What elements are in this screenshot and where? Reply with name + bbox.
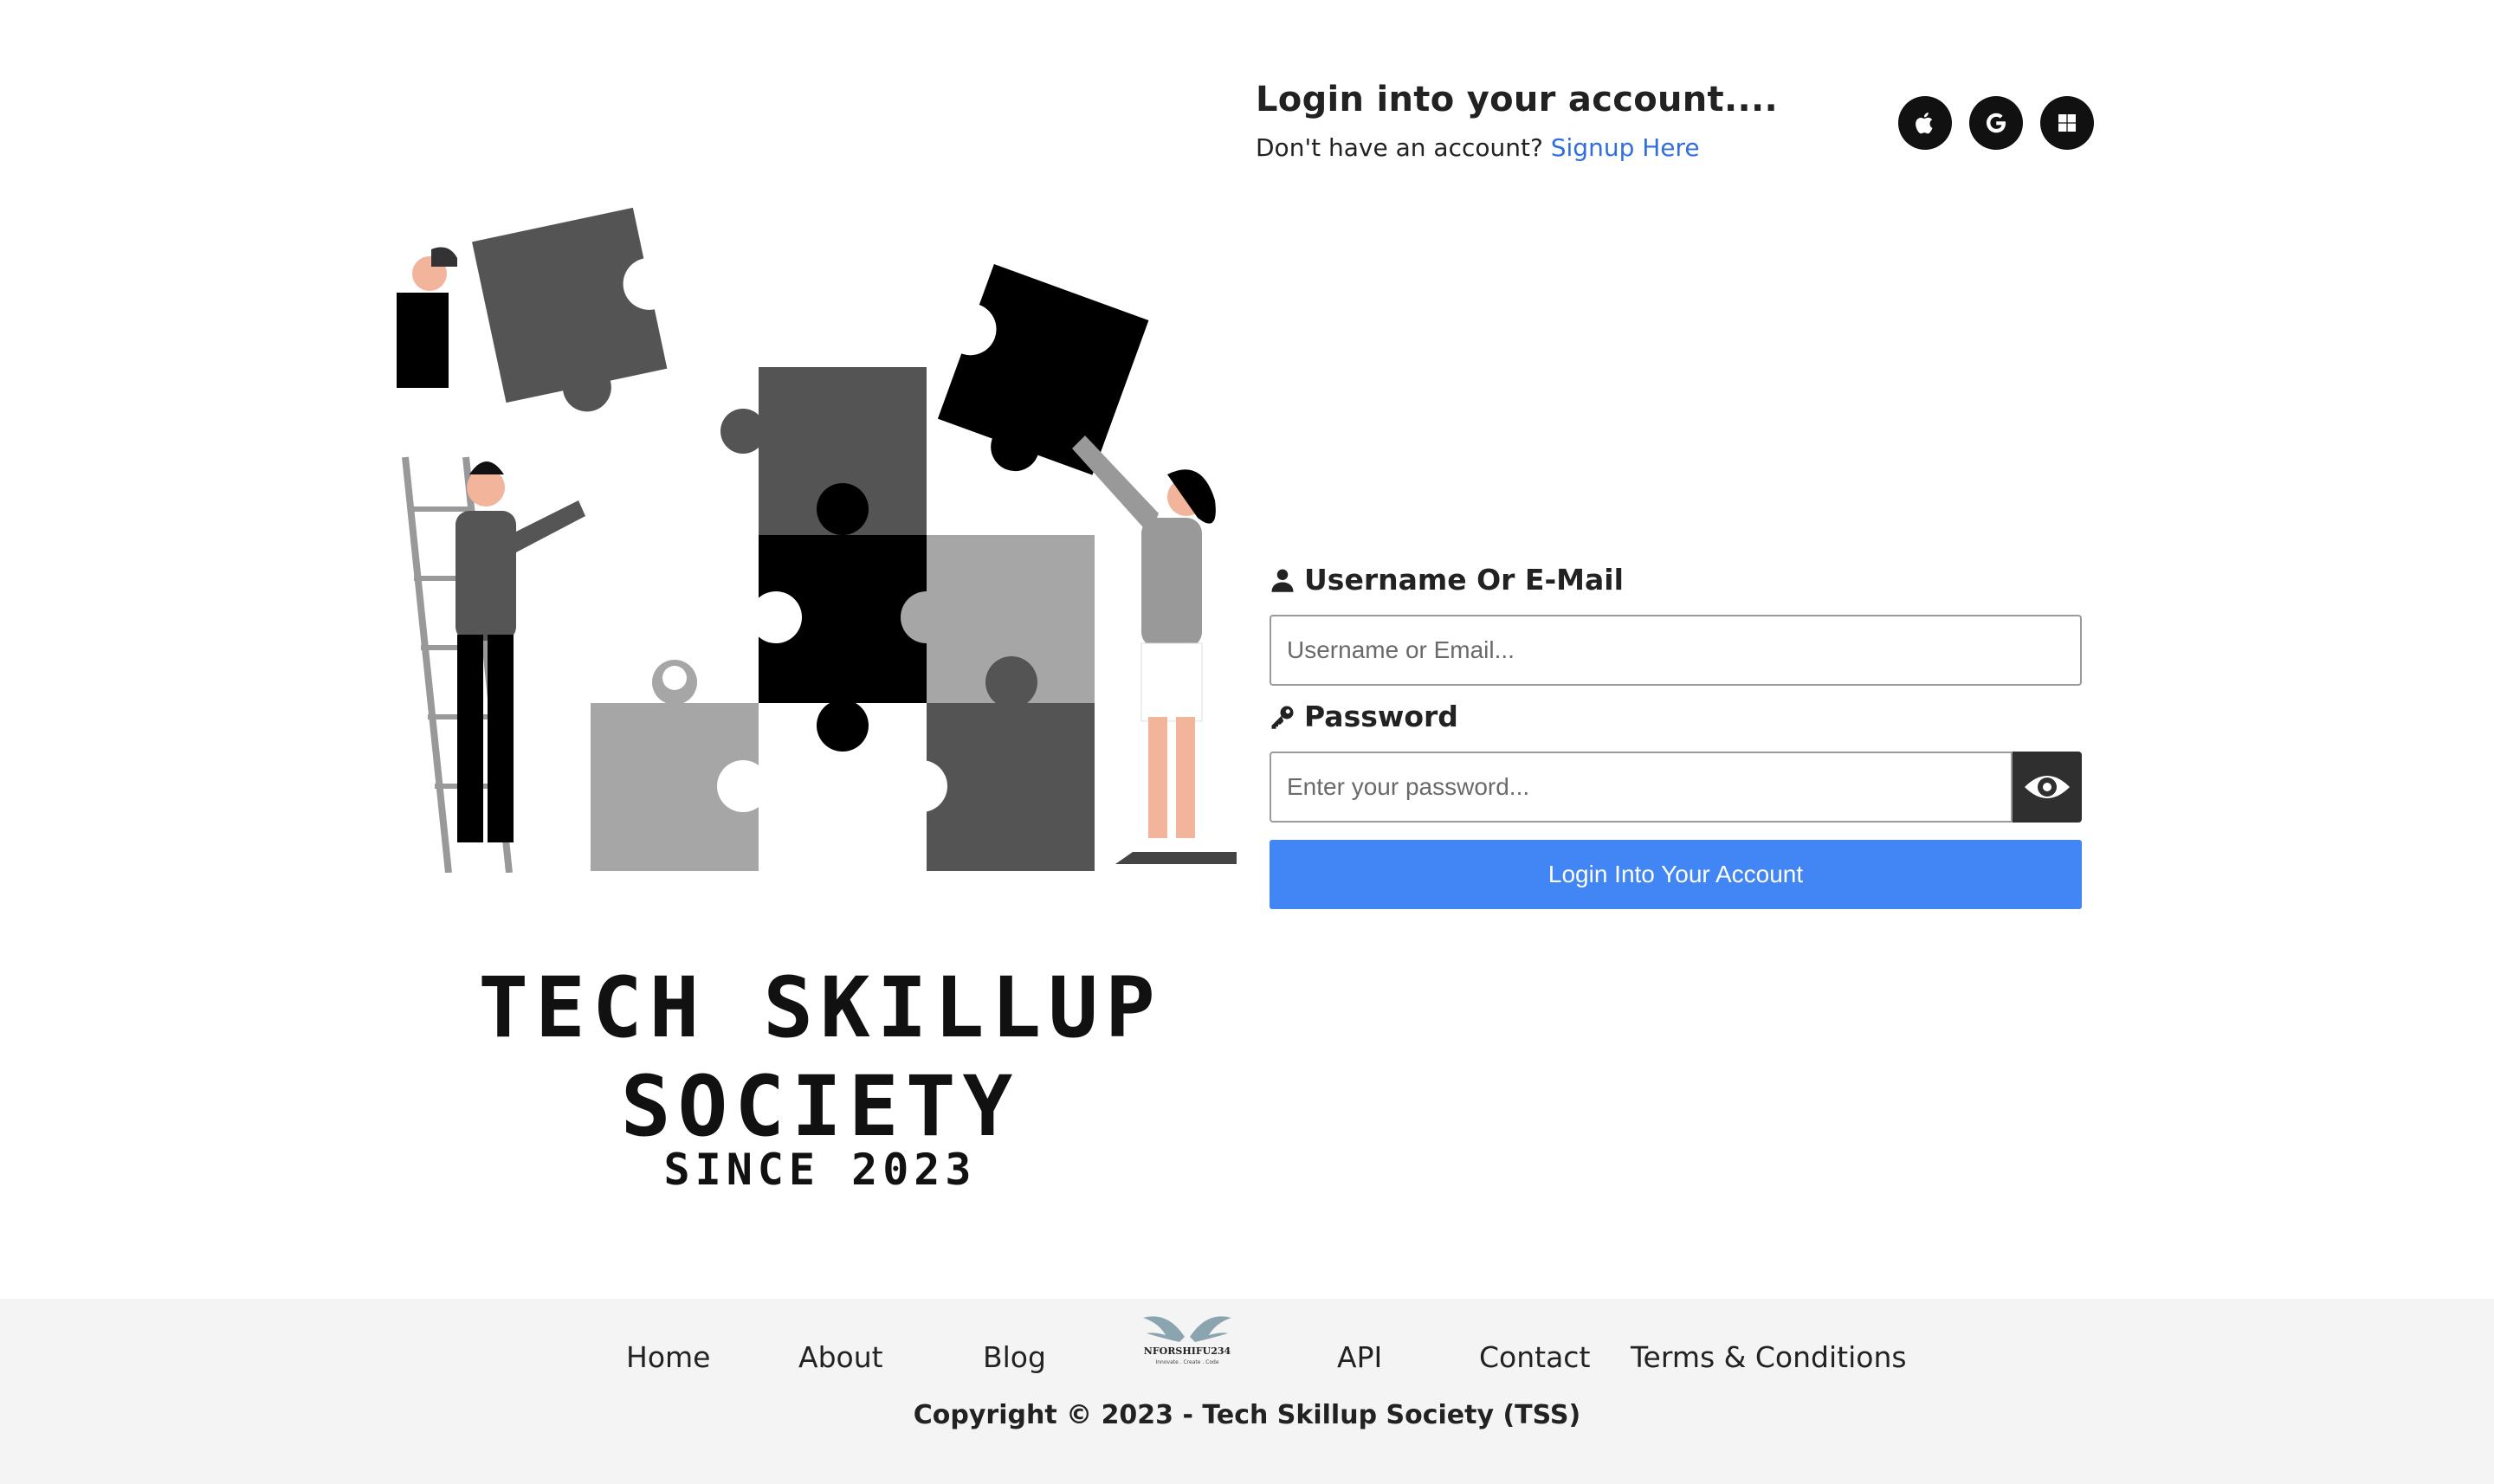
- footer-logo-tagline: Innovate . Create . Code: [1155, 1359, 1218, 1365]
- google-icon: [1987, 113, 2006, 133]
- puzzle-illustration: [397, 197, 1240, 874]
- signup-link[interactable]: Signup Here: [1551, 133, 1700, 162]
- login-submit-button[interactable]: Login Into Your Account: [1270, 840, 2082, 909]
- username-label: Username Or E-Mail: [1270, 563, 1624, 597]
- brand-line-1: TECH SKILLUP: [478, 959, 1162, 1056]
- footer: Home About Blog NFORSHIFU234 Innovate . …: [0, 1299, 2494, 1484]
- footer-nav-home[interactable]: Home: [626, 1340, 710, 1374]
- signup-prompt: Don't have an account? Signup Here: [1256, 133, 1700, 162]
- footer-nav-api[interactable]: API: [1337, 1340, 1382, 1374]
- social-login-group: [1898, 96, 2094, 150]
- windows-icon: [2058, 114, 2076, 132]
- brand-line-2: SOCIETY: [620, 1058, 1020, 1155]
- footer-nav-contact[interactable]: Contact: [1479, 1340, 1590, 1374]
- puzzle-team-image: [397, 207, 1237, 874]
- google-login-button[interactable]: [1969, 96, 2023, 150]
- footer-nav-terms[interactable]: Terms & Conditions: [1631, 1340, 1907, 1374]
- toggle-password-visibility-button[interactable]: [2013, 752, 2082, 823]
- login-page: Login into your account.... Don't have a…: [0, 0, 2494, 1484]
- user-icon: [1271, 569, 1294, 592]
- password-label: Password: [1270, 700, 1458, 733]
- username-input[interactable]: [1270, 615, 2082, 686]
- footer-logo[interactable]: NFORSHIFU234 Innovate . Create . Code: [1141, 1311, 1233, 1368]
- eye-icon: [2025, 776, 2070, 798]
- wings-logo-icon: NFORSHIFU234 Innovate . Create . Code: [1143, 1316, 1231, 1365]
- apple-login-button[interactable]: [1898, 96, 1952, 150]
- apple-icon: [1916, 113, 1933, 134]
- username-label-text: Username Or E-Mail: [1304, 563, 1624, 597]
- key-icon: [1271, 706, 1294, 729]
- footer-nav-blog[interactable]: Blog: [983, 1340, 1046, 1374]
- footer-nav-about[interactable]: About: [798, 1340, 883, 1374]
- brand-line-3: SINCE 2023: [663, 1145, 977, 1195]
- signup-prompt-text: Don't have an account?: [1256, 133, 1543, 162]
- password-input[interactable]: [1270, 752, 2013, 823]
- windows-login-button[interactable]: [2040, 96, 2094, 150]
- footer-logo-text: NFORSHIFU234: [1144, 1345, 1231, 1357]
- password-label-text: Password: [1304, 700, 1458, 733]
- page-title: Login into your account....: [1256, 80, 1778, 119]
- copyright-text: Copyright © 2023 - Tech Skillup Society …: [913, 1400, 1581, 1430]
